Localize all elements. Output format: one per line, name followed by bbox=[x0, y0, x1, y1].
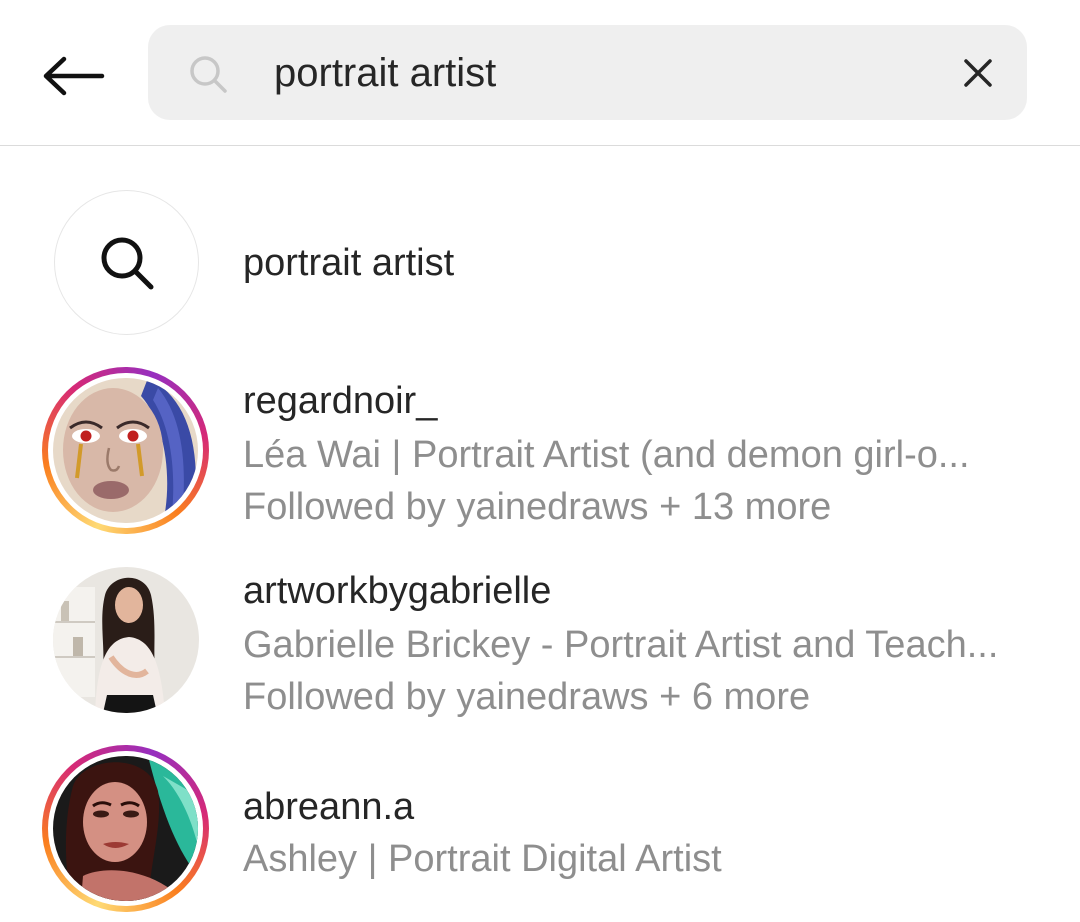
back-arrow-icon bbox=[43, 56, 105, 96]
result-username: regardnoir_ bbox=[243, 380, 438, 422]
result-username: abreann.a bbox=[243, 786, 415, 828]
search-suggestion-row[interactable]: portrait artist bbox=[0, 180, 1080, 345]
search-header bbox=[0, 0, 1080, 146]
close-icon bbox=[964, 59, 992, 87]
result-username: artworkbygabrielle bbox=[243, 570, 552, 612]
back-button[interactable] bbox=[36, 40, 112, 112]
avatar bbox=[53, 567, 199, 713]
search-input[interactable] bbox=[274, 43, 934, 103]
result-row[interactable]: abreann.a Ashley | Portrait Digital Arti… bbox=[0, 740, 1080, 922]
suggestion-label: portrait artist bbox=[243, 242, 455, 284]
result-full-name: Léa Wai | Portrait Artist (and demon gir… bbox=[243, 434, 970, 476]
result-full-name: Ashley | Portrait Digital Artist bbox=[243, 838, 722, 880]
result-row[interactable]: artworkbygabrielle Gabrielle Brickey - P… bbox=[0, 550, 1080, 740]
suggestion-icon-circle bbox=[54, 190, 199, 335]
story-ring bbox=[42, 745, 209, 912]
search-icon bbox=[101, 237, 153, 289]
search-icon bbox=[190, 56, 227, 93]
search-field[interactable] bbox=[148, 25, 1027, 120]
result-followed-by: Followed by yainedraws + 6 more bbox=[243, 676, 811, 718]
result-full-name: Gabrielle Brickey - Portrait Artist and … bbox=[243, 624, 999, 666]
result-followed-by: Followed by yainedraws + 13 more bbox=[243, 486, 832, 528]
avatar bbox=[53, 756, 198, 901]
result-row[interactable]: regardnoir_ Léa Wai | Portrait Artist (a… bbox=[0, 360, 1080, 550]
avatar bbox=[53, 378, 198, 523]
clear-search-button[interactable] bbox=[948, 43, 1008, 103]
story-ring bbox=[42, 367, 209, 534]
